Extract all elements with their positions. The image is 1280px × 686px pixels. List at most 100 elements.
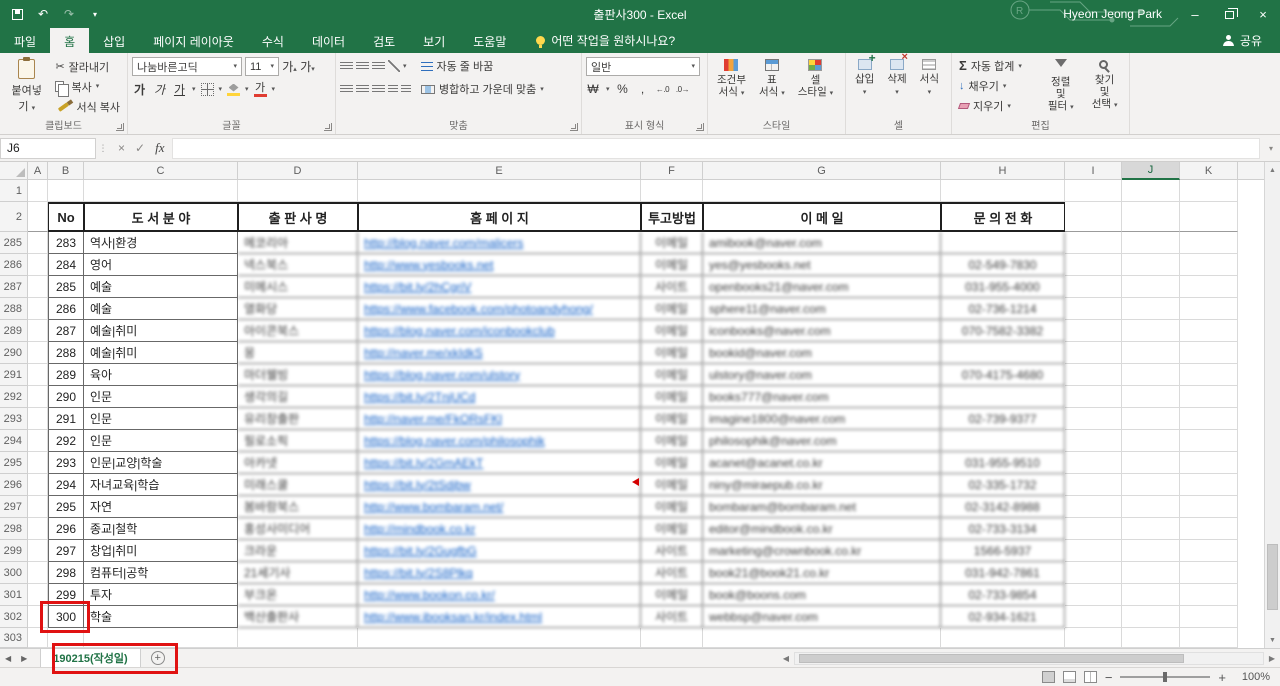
zoom-slider-thumb[interactable] <box>1163 672 1168 682</box>
increase-decimal-button[interactable]: ←.0 <box>656 85 670 94</box>
cell-A295[interactable] <box>28 452 48 474</box>
cell-C288[interactable]: 예술 <box>84 298 238 320</box>
cell-K2[interactable] <box>1180 202 1238 232</box>
cell-G288[interactable]: sphere11@naver.com <box>703 298 941 320</box>
row-header-303[interactable]: 303 <box>0 628 28 648</box>
align-middle-button[interactable] <box>356 61 369 71</box>
close-button[interactable]: × <box>1246 0 1280 28</box>
zoom-level[interactable]: 100% <box>1234 671 1270 683</box>
cell-E285[interactable]: http://blog.naver.com/malicers <box>358 232 641 254</box>
cell-D1[interactable] <box>238 180 358 202</box>
cell-C292[interactable]: 인문 <box>84 386 238 408</box>
fill-button[interactable]: ↓ 채우기 ▾ <box>956 77 1037 95</box>
cell-I299[interactable] <box>1065 540 1122 562</box>
sort-filter-button[interactable]: 정렬 및 필터 ▾ <box>1040 57 1081 114</box>
cell-F297[interactable]: 이메일 <box>641 496 703 518</box>
cell-F298[interactable]: 이메일 <box>641 518 703 540</box>
cell-H290[interactable] <box>941 342 1065 364</box>
cell-F296[interactable]: 이메일 <box>641 474 703 496</box>
cell-K292[interactable] <box>1180 386 1238 408</box>
qat-customize-button[interactable]: ▾ <box>88 10 102 19</box>
cell-E301[interactable]: http://www.bookon.co.kr/ <box>358 584 641 606</box>
cell-H294[interactable] <box>941 430 1065 452</box>
autosum-button[interactable]: Σ 자동 합계 ▾ <box>956 57 1037 75</box>
cell-G300[interactable]: book21@book21.co.kr <box>703 562 941 584</box>
page-break-view-button[interactable] <box>1083 671 1097 683</box>
cell-K299[interactable] <box>1180 540 1238 562</box>
insert-function-button[interactable]: fx <box>155 140 164 156</box>
cell-B298[interactable]: 296 <box>48 518 84 540</box>
cell-K288[interactable] <box>1180 298 1238 320</box>
cell-H292[interactable] <box>941 386 1065 408</box>
cell-C293[interactable]: 인문 <box>84 408 238 430</box>
account-name[interactable]: Hyeon Jeong Park <box>1063 7 1162 21</box>
row-header-300[interactable]: 300 <box>0 562 28 584</box>
cell-H301[interactable]: 02-733-9854 <box>941 584 1065 606</box>
horizontal-scrollbar-thumb[interactable] <box>799 653 1184 663</box>
fill-color-button[interactable] <box>227 83 241 96</box>
cell-H289[interactable]: 070-7582-3382 <box>941 320 1065 342</box>
tab-데이터[interactable]: 데이터 <box>298 28 359 53</box>
wrap-text-button[interactable]: 자동 줄 바꿈 <box>418 57 497 75</box>
cell-B285[interactable]: 283 <box>48 232 84 254</box>
alignment-dialog-launcher[interactable] <box>570 123 578 131</box>
cell-H296[interactable]: 02-335-1732 <box>941 474 1065 496</box>
cell-F300[interactable]: 사이트 <box>641 562 703 584</box>
paste-button[interactable]: 붙여넣기 ▾ <box>4 57 49 116</box>
column-header-K[interactable]: K <box>1180 162 1238 180</box>
tab-검토[interactable]: 검토 <box>359 28 409 53</box>
cell-J2[interactable] <box>1122 202 1180 232</box>
cell-J1[interactable] <box>1122 180 1180 202</box>
cell-H1[interactable] <box>941 180 1065 202</box>
cell-K303[interactable] <box>1180 628 1238 648</box>
tab-file[interactable]: 파일 <box>0 28 50 53</box>
underline-button[interactable]: 가 <box>172 81 187 98</box>
normal-view-button[interactable] <box>1041 671 1055 683</box>
cell-J297[interactable] <box>1122 496 1180 518</box>
cell-B292[interactable]: 290 <box>48 386 84 408</box>
align-center-button[interactable] <box>356 84 369 94</box>
cell-A2[interactable] <box>28 202 48 232</box>
cell-I298[interactable] <box>1065 518 1122 540</box>
name-box[interactable]: J6 <box>0 137 96 159</box>
cell-E288[interactable]: https://www.facebook.com/photoandyhong/ <box>358 298 641 320</box>
cell-I300[interactable] <box>1065 562 1122 584</box>
confirm-entry-button[interactable]: ✓ <box>135 141 145 155</box>
zoom-in-button[interactable]: + <box>1218 671 1226 684</box>
cell-K296[interactable] <box>1180 474 1238 496</box>
comma-style-button[interactable]: , <box>636 82 650 96</box>
cell-J303[interactable] <box>1122 628 1180 648</box>
restore-button[interactable] <box>1212 0 1246 28</box>
cell-D292[interactable]: 생각의길 <box>238 386 358 408</box>
cell-F295[interactable]: 이메일 <box>641 452 703 474</box>
horizontal-scrollbar[interactable]: ◀ ▶ <box>778 649 1280 667</box>
cell-E300[interactable]: https://bit.ly/2S8Plkq <box>358 562 641 584</box>
cell-I289[interactable] <box>1065 320 1122 342</box>
cell-J294[interactable] <box>1122 430 1180 452</box>
italic-button[interactable]: 가 <box>152 81 167 98</box>
cell-A292[interactable] <box>28 386 48 408</box>
cell-J290[interactable] <box>1122 342 1180 364</box>
tell-me-box[interactable]: 어떤 작업을 원하시나요? <box>536 28 675 53</box>
cell-G296[interactable]: niny@miraepub.co.kr <box>703 474 941 496</box>
save-button[interactable] <box>10 8 24 20</box>
format-as-table-button[interactable]: 표 서식 ▾ <box>754 57 790 100</box>
cell-G289[interactable]: iconbooks@naver.com <box>703 320 941 342</box>
cell-G285[interactable]: amibook@naver.com <box>703 232 941 254</box>
cell-E2[interactable]: 홈 페 이 지 <box>358 202 641 232</box>
cell-D291[interactable]: 마더웰빙 <box>238 364 358 386</box>
cell-F2[interactable]: 투고방법 <box>641 202 703 232</box>
cell-F287[interactable]: 사이트 <box>641 276 703 298</box>
align-bottom-button[interactable] <box>372 61 385 71</box>
cell-I286[interactable] <box>1065 254 1122 276</box>
clipboard-dialog-launcher[interactable] <box>116 123 124 131</box>
conditional-formatting-button[interactable]: 조건부 서식 ▾ <box>712 57 751 100</box>
row-header-294[interactable]: 294 <box>0 430 28 452</box>
cell-H293[interactable]: 02-739-9377 <box>941 408 1065 430</box>
cell-F294[interactable]: 이메일 <box>641 430 703 452</box>
cell-E302[interactable]: http://www.ibooksan.kr/index.html <box>358 606 641 628</box>
cell-B296[interactable]: 294 <box>48 474 84 496</box>
vertical-scrollbar[interactable]: ▲ ▼ <box>1264 162 1280 648</box>
cell-C296[interactable]: 자녀교육|학습 <box>84 474 238 496</box>
cell-D2[interactable]: 출 판 사 명 <box>238 202 358 232</box>
